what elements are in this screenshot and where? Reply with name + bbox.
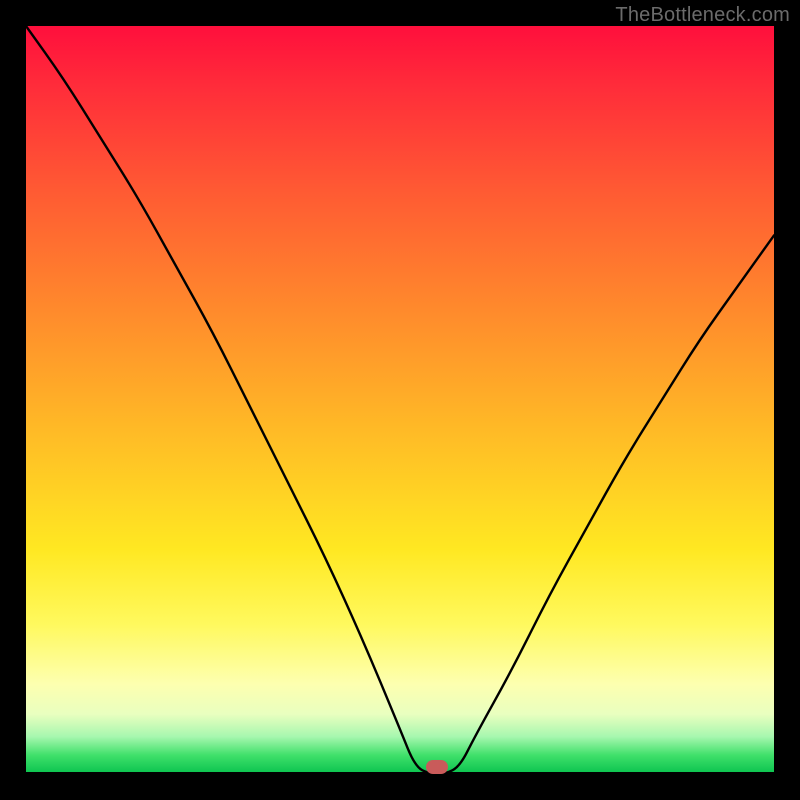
optimal-point-marker	[426, 760, 448, 774]
plot-area	[26, 26, 774, 774]
attribution-text: TheBottleneck.com	[615, 4, 790, 27]
bottleneck-curve	[26, 26, 774, 774]
chart-stage: TheBottleneck.com	[0, 0, 800, 800]
